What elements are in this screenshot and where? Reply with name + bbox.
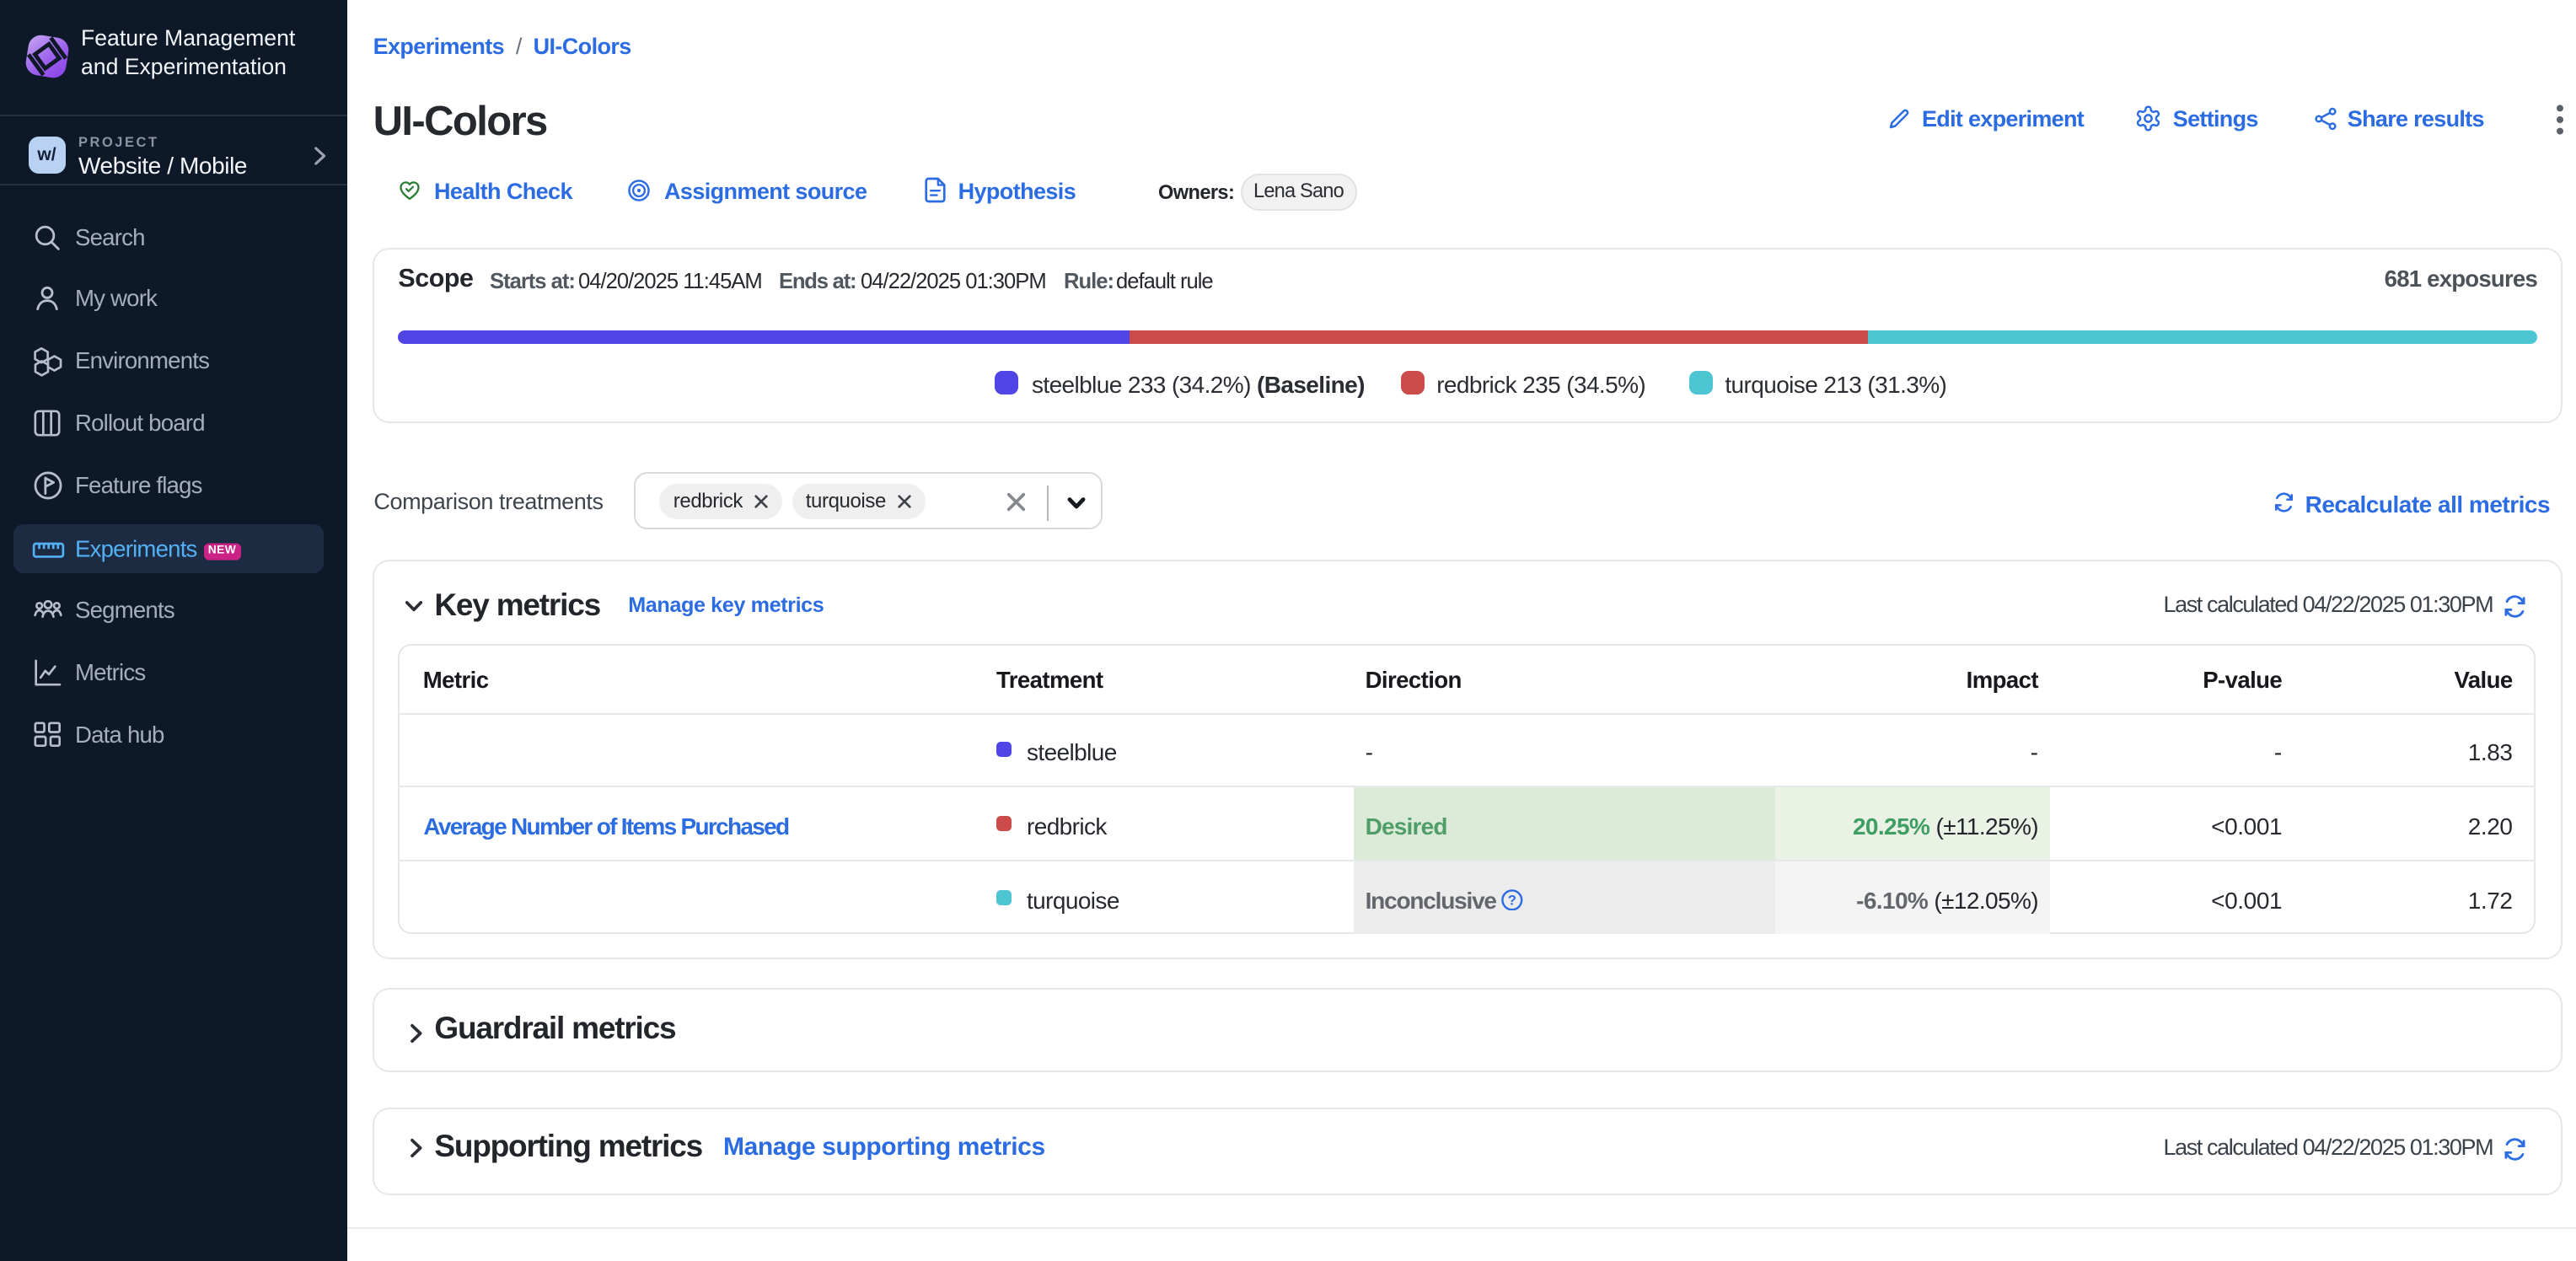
svg-text:?: ? bbox=[1508, 892, 1516, 908]
